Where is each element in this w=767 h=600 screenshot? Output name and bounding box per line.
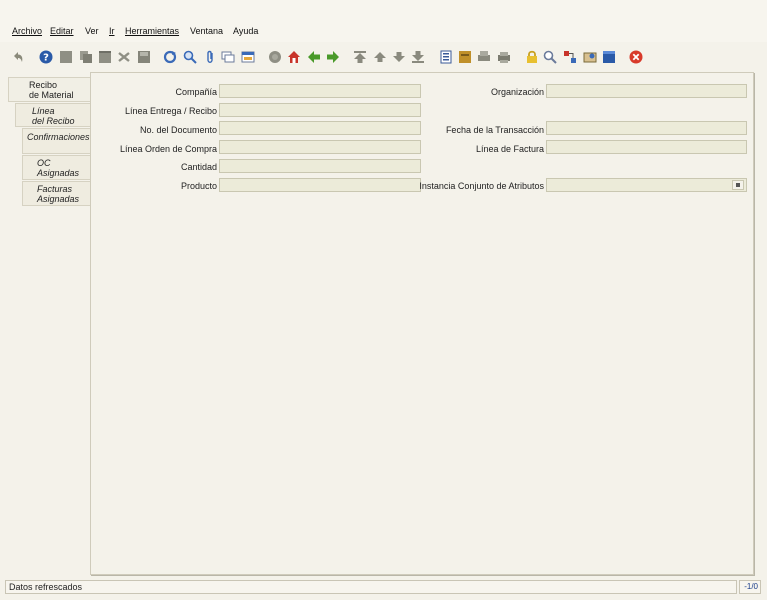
tab-linea-del-recibo[interactable]: Línea del Recibo (15, 103, 91, 127)
delete-icon[interactable] (98, 50, 112, 64)
label-linea-orden: Línea Orden de Compra (119, 144, 217, 154)
producto-field[interactable] (219, 178, 421, 192)
delete-selection-icon[interactable] (117, 50, 131, 64)
fecha-transaccion-field[interactable] (546, 121, 747, 135)
exit-icon[interactable] (629, 50, 643, 64)
menu-archivo[interactable]: Archivo (12, 26, 42, 36)
label-producto: Producto (180, 181, 217, 191)
label-organizacion: Organización (490, 87, 544, 97)
record-count[interactable]: -1/0 (739, 580, 761, 594)
menu-ir[interactable]: Ir (109, 26, 115, 36)
label-fecha-transaccion: Fecha de la Transacción (445, 125, 544, 135)
archive-icon[interactable] (458, 50, 472, 64)
label-cantidad: Cantidad (180, 162, 217, 172)
status-bar: Datos refrescados (5, 580, 737, 594)
parent-icon[interactable] (307, 50, 321, 64)
grid-toggle-icon[interactable] (241, 50, 255, 64)
linea-entrega-field[interactable] (219, 103, 421, 117)
label-instancia: Instancia Conjunto de Atributos (419, 181, 544, 191)
attribute-lookup-button-icon[interactable] (732, 180, 744, 190)
workflow-icon[interactable] (563, 50, 577, 64)
history-icon[interactable] (268, 50, 282, 64)
product-info-icon[interactable] (583, 50, 597, 64)
home-icon[interactable] (287, 50, 301, 64)
label-linea-entrega: Línea Entrega / Recibo (124, 106, 217, 116)
undo-icon[interactable] (11, 50, 25, 64)
label-compania: Compañía (175, 87, 217, 97)
refresh-icon[interactable] (163, 50, 177, 64)
report-icon[interactable] (439, 50, 453, 64)
new-record-icon[interactable] (59, 50, 73, 64)
print-preview-icon[interactable] (477, 50, 491, 64)
lock-icon[interactable] (525, 50, 539, 64)
attachment-icon[interactable] (203, 50, 217, 64)
linea-orden-field[interactable] (219, 140, 421, 154)
save-icon[interactable] (137, 50, 151, 64)
status-message: Datos refrescados (9, 582, 83, 592)
cantidad-field[interactable] (219, 159, 421, 173)
organizacion-field[interactable] (546, 84, 747, 98)
detail-icon[interactable] (326, 50, 340, 64)
previous-record-icon[interactable] (373, 50, 387, 64)
zoom-across-icon[interactable] (543, 50, 557, 64)
tab-confirmaciones[interactable]: Confirmaciones (22, 128, 91, 154)
tab-facturas-asignadas[interactable]: Facturas Asignadas (22, 181, 91, 206)
record-count-label: -1/0 (744, 582, 758, 591)
compania-field[interactable] (219, 84, 421, 98)
first-record-icon[interactable] (353, 50, 367, 64)
print-icon[interactable] (497, 50, 511, 64)
label-linea-factura: Línea de Factura (475, 144, 544, 154)
instancia-field[interactable] (546, 178, 747, 192)
linea-factura-field[interactable] (546, 140, 747, 154)
svg-text:?: ? (43, 53, 49, 64)
toolbar: ? (0, 44, 767, 70)
next-record-icon[interactable] (392, 50, 406, 64)
help-icon[interactable]: ? (39, 50, 53, 64)
menu-ayuda[interactable]: Ayuda (233, 26, 258, 36)
last-record-icon[interactable] (411, 50, 425, 64)
label-no-documento: No. del Documento (139, 125, 217, 135)
menu-editar[interactable]: Editar (50, 26, 74, 36)
window-icon[interactable] (602, 50, 616, 64)
menu-herramientas[interactable]: Herramientas (125, 26, 179, 36)
menu-bar: Archivo Editar Ver Ir Herramientas Venta… (0, 0, 767, 42)
menu-ver[interactable]: Ver (85, 26, 99, 36)
chat-icon[interactable] (221, 50, 235, 64)
copy-record-icon[interactable] (79, 50, 93, 64)
tab-oc-asignadas[interactable]: OC Asignadas (22, 155, 91, 180)
tab-recibo-de-material[interactable]: Recibo de Material (8, 77, 91, 102)
find-icon[interactable] (183, 50, 197, 64)
no-documento-field[interactable] (219, 121, 421, 135)
menu-ventana[interactable]: Ventana (190, 26, 223, 36)
